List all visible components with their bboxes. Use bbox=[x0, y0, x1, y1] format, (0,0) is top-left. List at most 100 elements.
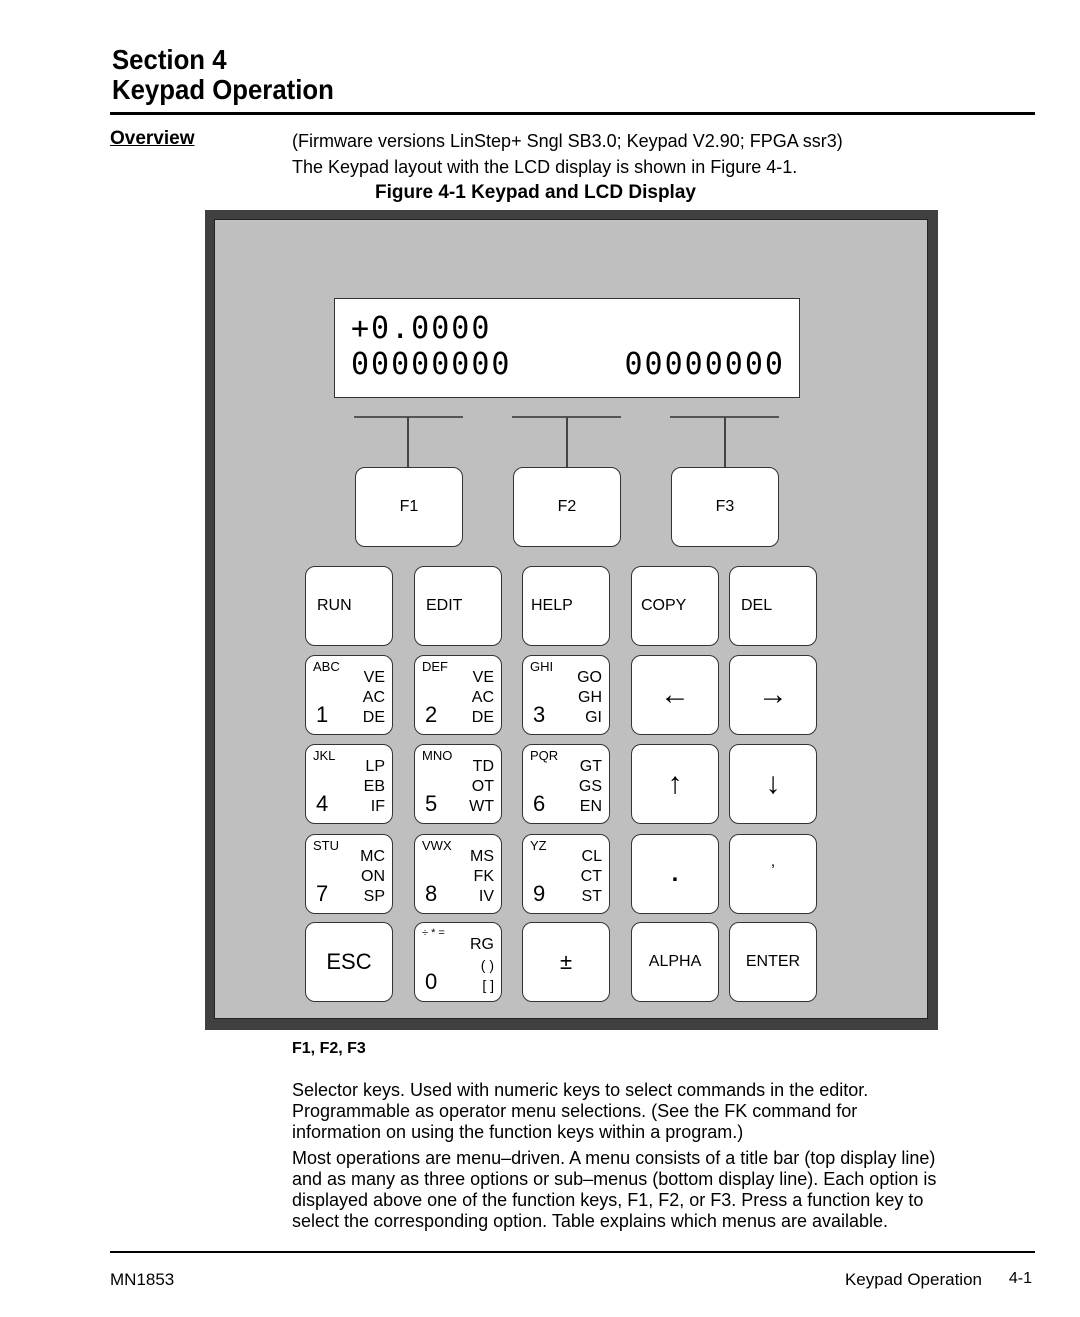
lcd-display: +0.0000 00000000 00000000 bbox=[334, 298, 800, 398]
arrow-down-icon: ↓ bbox=[765, 767, 781, 800]
enter-key[interactable]: ENTER bbox=[729, 922, 817, 1002]
arrow-right-icon: → bbox=[758, 678, 788, 711]
key-2-cmd: DE bbox=[471, 709, 494, 726]
key-8-cmd: MS bbox=[470, 848, 494, 865]
key-4-number: 4 bbox=[316, 791, 329, 816]
key-0-cmd: [ ] bbox=[482, 977, 494, 993]
header-rule bbox=[110, 112, 1035, 115]
key-8-cmd: FK bbox=[473, 868, 494, 885]
key-4-cmd: IF bbox=[370, 798, 385, 815]
fkeys-heading: F1, F2, F3 bbox=[292, 1040, 366, 1057]
key-5-cmd: WT bbox=[469, 798, 494, 815]
esc-key[interactable]: ESC bbox=[305, 922, 393, 1002]
key-2-cmd: VE bbox=[472, 669, 494, 686]
key-3[interactable]: GHI 3 GO GH GI bbox=[522, 655, 610, 735]
del-key[interactable]: DEL bbox=[729, 566, 817, 646]
key-5-cmd: OT bbox=[471, 778, 494, 795]
key-5-number: 5 bbox=[425, 791, 438, 816]
key-0-operators: ÷ * = bbox=[422, 927, 445, 939]
key-7-cmd: MC bbox=[360, 848, 385, 865]
f1-bracket-stem bbox=[407, 417, 409, 467]
page-number: 4-1 bbox=[1008, 1270, 1032, 1287]
up-arrow-key[interactable]: ↑ bbox=[631, 744, 719, 824]
key-9-cmd: CT bbox=[580, 868, 602, 885]
key-9-cmd: CL bbox=[581, 848, 602, 865]
edit-key-label: EDIT bbox=[426, 597, 463, 614]
text-line: displayed above one of the function keys… bbox=[292, 1190, 924, 1210]
comma-key[interactable]: , bbox=[729, 834, 817, 914]
key-1-cmd: VE bbox=[363, 669, 385, 686]
run-key[interactable]: RUN bbox=[305, 566, 393, 646]
key-7[interactable]: STU 7 MC ON SP bbox=[305, 834, 393, 914]
plus-minus-key[interactable]: ± bbox=[522, 922, 610, 1002]
intro-text: The Keypad layout with the LCD display i… bbox=[292, 157, 798, 177]
key-0[interactable]: ÷ * = 0 RG ( ) [ ] bbox=[414, 922, 502, 1002]
key-7-cmd: ON bbox=[361, 868, 385, 885]
f3-bracket-stem bbox=[724, 417, 726, 467]
f1-key[interactable]: F1 bbox=[355, 467, 463, 547]
key-0-cmd: ( ) bbox=[480, 957, 494, 973]
key-2-number: 2 bbox=[425, 702, 438, 727]
key-1[interactable]: ABC 1 VE AC DE bbox=[305, 655, 393, 735]
copy-key-label: COPY bbox=[641, 597, 687, 614]
key-1-number: 1 bbox=[316, 702, 329, 727]
alpha-key[interactable]: ALPHA bbox=[631, 922, 719, 1002]
key-5[interactable]: MNO 5 TD OT WT bbox=[414, 744, 502, 824]
text-line: information on using the function keys w… bbox=[292, 1122, 744, 1142]
key-4[interactable]: JKL 4 LP EB IF bbox=[305, 744, 393, 824]
key-8-cmd: IV bbox=[478, 888, 494, 905]
lcd-line-1: +0.0000 bbox=[351, 311, 492, 346]
key-9[interactable]: YZ 9 CL CT ST bbox=[522, 834, 610, 914]
key-3-number: 3 bbox=[533, 702, 546, 727]
key-3-cmd: GO bbox=[577, 669, 602, 686]
left-arrow-key[interactable]: ← bbox=[631, 655, 719, 735]
key-1-letters: ABC bbox=[313, 659, 340, 674]
text-line: Selector keys. Used with numeric keys to… bbox=[292, 1080, 869, 1100]
edit-key[interactable]: EDIT bbox=[414, 566, 502, 646]
key-6-cmd: GS bbox=[578, 778, 602, 795]
key-6-number: 6 bbox=[533, 791, 546, 816]
text-line: Programmable as operator menu selections… bbox=[292, 1101, 858, 1121]
key-8[interactable]: VWX 8 MS FK IV bbox=[414, 834, 502, 914]
lcd-line-2-left: 00000000 bbox=[351, 347, 512, 382]
key-8-letters: VWX bbox=[422, 838, 452, 853]
key-5-cmd: TD bbox=[472, 758, 494, 775]
f3-key-label: F3 bbox=[715, 498, 735, 515]
key-9-cmd: ST bbox=[581, 888, 602, 905]
f2-key-label: F2 bbox=[557, 498, 577, 515]
menu-paragraph: Most operations are menu–driven. A menu … bbox=[292, 1148, 936, 1232]
f3-key[interactable]: F3 bbox=[671, 467, 779, 547]
doc-number: MN1853 bbox=[110, 1270, 175, 1289]
arrow-up-icon: ↑ bbox=[667, 767, 683, 800]
page-title: Keypad Operation bbox=[112, 74, 334, 105]
key-6[interactable]: PQR 6 GT GS EN bbox=[522, 744, 610, 824]
down-arrow-key[interactable]: ↓ bbox=[729, 744, 817, 824]
fkeys-paragraph: Selector keys. Used with numeric keys to… bbox=[292, 1080, 868, 1143]
esc-key-label: ESC bbox=[326, 949, 372, 974]
key-4-letters: JKL bbox=[313, 748, 336, 763]
figure-caption: Figure 4-1 Keypad and LCD Display bbox=[375, 182, 696, 203]
key-7-cmd: SP bbox=[363, 888, 385, 905]
key-7-number: 7 bbox=[316, 881, 329, 906]
f2-key[interactable]: F2 bbox=[513, 467, 621, 547]
key-7-letters: STU bbox=[313, 838, 339, 853]
section-number: Section 4 bbox=[112, 44, 227, 75]
key-0-number: 0 bbox=[425, 969, 438, 994]
plus-minus-label: ± bbox=[559, 949, 573, 974]
key-3-letters: GHI bbox=[530, 659, 554, 674]
key-3-cmd: GH bbox=[578, 689, 602, 706]
firmware-note: (Firmware versions LinStep+ Sngl SB3.0; … bbox=[292, 131, 843, 151]
lcd-line-2-right: 00000000 bbox=[624, 347, 785, 382]
key-6-cmd: EN bbox=[579, 798, 602, 815]
help-key[interactable]: HELP bbox=[522, 566, 610, 646]
right-arrow-key[interactable]: → bbox=[729, 655, 817, 735]
overview-heading: Overview bbox=[110, 128, 195, 149]
enter-key-label: ENTER bbox=[745, 953, 801, 970]
key-6-cmd: GT bbox=[579, 758, 602, 775]
decimal-point-key[interactable]: . bbox=[631, 834, 719, 914]
copy-key[interactable]: COPY bbox=[631, 566, 719, 646]
key-1-cmd: AC bbox=[362, 689, 385, 706]
f2-bracket-stem bbox=[566, 417, 568, 467]
key-3-cmd: GI bbox=[585, 709, 602, 726]
key-2[interactable]: DEF 2 VE AC DE bbox=[414, 655, 502, 735]
